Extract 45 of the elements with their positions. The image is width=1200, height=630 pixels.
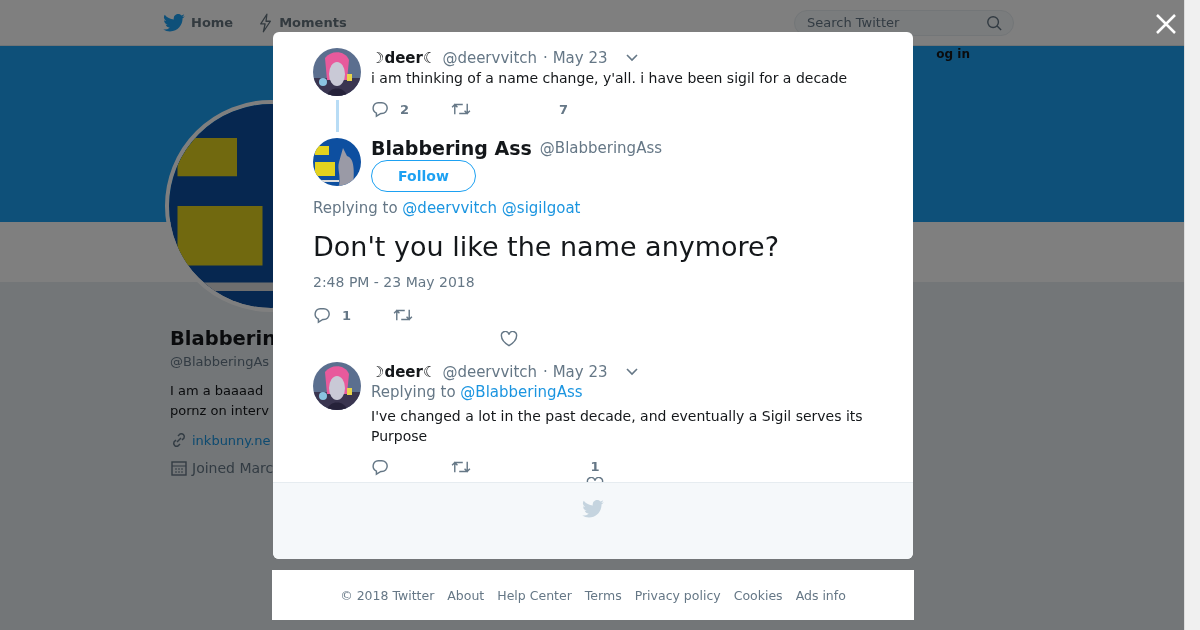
heart-icon[interactable] xyxy=(500,331,518,347)
footer-link[interactable]: Ads info xyxy=(795,587,846,603)
speech-bubble-icon[interactable] xyxy=(371,458,389,476)
tweet-time[interactable]: · May 23 xyxy=(543,48,608,68)
profile-bio: I am a baaaad pornz on interv xyxy=(170,382,269,420)
calendar-icon xyxy=(170,459,188,477)
display-name[interactable]: Blabbering Ass xyxy=(371,138,532,158)
user-handle[interactable]: @BlabberingAss xyxy=(539,138,663,158)
tweet-time[interactable]: · May 23 xyxy=(543,362,608,382)
caret-icon[interactable] xyxy=(625,368,638,376)
tweet-text: I've changed a lot in the past decade, and eventually a Sigil serves its Purpose xyxy=(371,407,864,446)
footer-link[interactable]: Privacy policy xyxy=(634,587,721,603)
retweet-icon[interactable] xyxy=(451,101,471,117)
display-name[interactable]: ☽deer☾ xyxy=(371,362,437,382)
like-count: 7 xyxy=(559,101,569,117)
display-name[interactable]: ☽deer☾ xyxy=(371,48,437,68)
scrollbar[interactable] xyxy=(1184,0,1200,630)
bird-icon xyxy=(582,500,604,518)
profile-name: Blabberin xyxy=(170,327,277,350)
profile-handle: @BlabberingAs xyxy=(170,354,270,369)
footer-link[interactable]: Terms xyxy=(584,587,622,603)
link-icon xyxy=(170,431,188,449)
user-handle[interactable]: @deervvitch xyxy=(442,362,538,382)
tweet-text: Don't you like the name anymore? xyxy=(313,231,781,262)
footer-link[interactable]: Help Center xyxy=(497,587,572,603)
replying-to: Replying to @deervvitch @sigilgoat xyxy=(313,198,582,218)
join-date: Joined Marc xyxy=(192,460,274,476)
footer-link[interactable]: About xyxy=(447,587,485,603)
search-field[interactable]: Search Twitter xyxy=(794,9,1014,36)
tweet-text: i am thinking of a name change, y'all. i have been sigil for a decade xyxy=(371,69,849,88)
retweet-icon[interactable] xyxy=(393,307,413,323)
retweet-icon[interactable] xyxy=(451,459,471,475)
footer-link[interactable]: © 2018 Twitter xyxy=(340,587,435,603)
close-icon[interactable] xyxy=(1155,13,1177,35)
bird-icon xyxy=(163,13,185,32)
caret-icon[interactable] xyxy=(625,54,638,62)
reply-count: 2 xyxy=(400,101,410,117)
lightning-icon xyxy=(259,12,274,33)
nav-link[interactable]: Home xyxy=(191,15,234,30)
nav-link[interactable]: Moments xyxy=(279,15,347,30)
footer-link[interactable]: Cookies xyxy=(733,587,783,603)
follow-button[interactable]: Follow xyxy=(371,160,476,192)
replying-to: Replying to @BlabberingAss xyxy=(371,382,584,402)
user-handle[interactable]: @deervvitch xyxy=(442,48,538,68)
like-count: 1 xyxy=(590,459,600,474)
